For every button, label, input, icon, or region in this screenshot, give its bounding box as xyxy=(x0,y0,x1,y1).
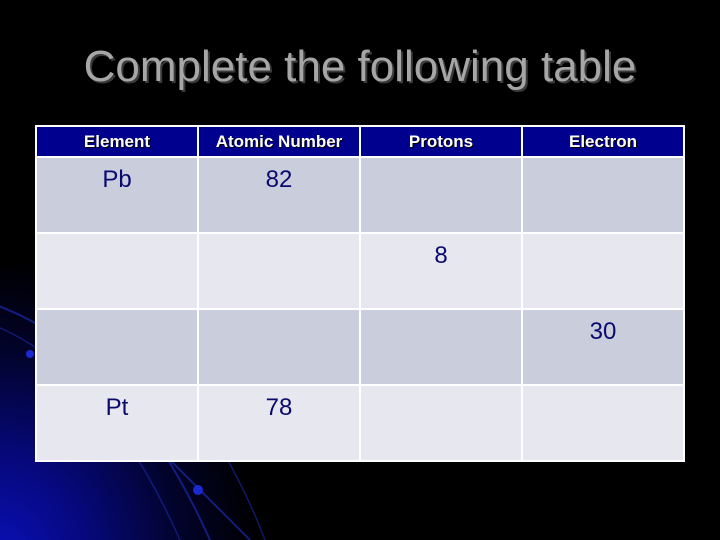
decorative-dot xyxy=(193,485,203,495)
cell-atomic-number: 82 xyxy=(197,156,361,234)
cell-atomic-number xyxy=(197,308,361,386)
cell-atomic-number: 78 xyxy=(197,384,361,462)
cell-element: Pb xyxy=(35,156,199,234)
cell-protons xyxy=(359,384,523,462)
cell-electron xyxy=(521,384,685,462)
cell-protons xyxy=(359,308,523,386)
cell-electron: 30 xyxy=(521,308,685,386)
header-element: Element xyxy=(35,125,199,158)
decorative-arc xyxy=(224,454,266,540)
decorative-arc xyxy=(164,454,251,540)
table-row: 30 xyxy=(35,308,685,386)
table-row: Pt 78 xyxy=(35,384,685,462)
header-electron: Electron xyxy=(521,125,685,158)
table-header-row: Element Atomic Number Protons Electron xyxy=(35,125,685,158)
cell-element: Pt xyxy=(35,384,199,462)
cell-electron xyxy=(521,156,685,234)
cell-element xyxy=(35,232,199,310)
cell-element xyxy=(35,308,199,386)
element-table: Element Atomic Number Protons Electron P… xyxy=(35,125,685,462)
cell-protons xyxy=(359,156,523,234)
cell-protons: 8 xyxy=(359,232,523,310)
header-atomic-number: Atomic Number xyxy=(197,125,361,158)
table-row: Pb 82 xyxy=(35,156,685,234)
cell-atomic-number xyxy=(197,232,361,310)
cell-electron xyxy=(521,232,685,310)
slide-title: Complete the following table xyxy=(83,42,637,91)
header-protons: Protons xyxy=(359,125,523,158)
table-row: 8 xyxy=(35,232,685,310)
decorative-dot xyxy=(26,350,34,358)
